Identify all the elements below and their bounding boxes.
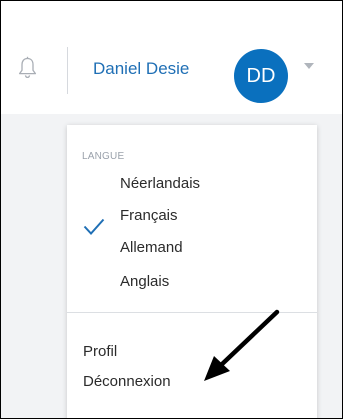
user-name-link[interactable]: Daniel Desie	[93, 59, 189, 79]
screenshot-frame: Daniel Desie DD LANGUE Néerlandais Franç…	[0, 0, 343, 419]
avatar[interactable]: DD	[234, 49, 288, 103]
arrow-icon	[204, 309, 280, 381]
language-option-neerlandais[interactable]: Néerlandais	[120, 175, 200, 192]
language-option-allemand[interactable]: Allemand	[120, 239, 183, 256]
language-option-anglais[interactable]: Anglais	[120, 273, 169, 290]
top-header: Daniel Desie DD	[1, 1, 342, 114]
header-divider	[67, 47, 68, 94]
language-section-label: LANGUE	[82, 151, 125, 162]
check-icon	[83, 218, 105, 235]
caret-down-icon[interactable]	[304, 63, 314, 69]
language-option-francais[interactable]: Français	[120, 207, 178, 224]
bell-icon[interactable]	[18, 56, 37, 79]
logout-menu-item[interactable]: Déconnexion	[83, 373, 171, 390]
profile-menu-item[interactable]: Profil	[83, 343, 117, 360]
